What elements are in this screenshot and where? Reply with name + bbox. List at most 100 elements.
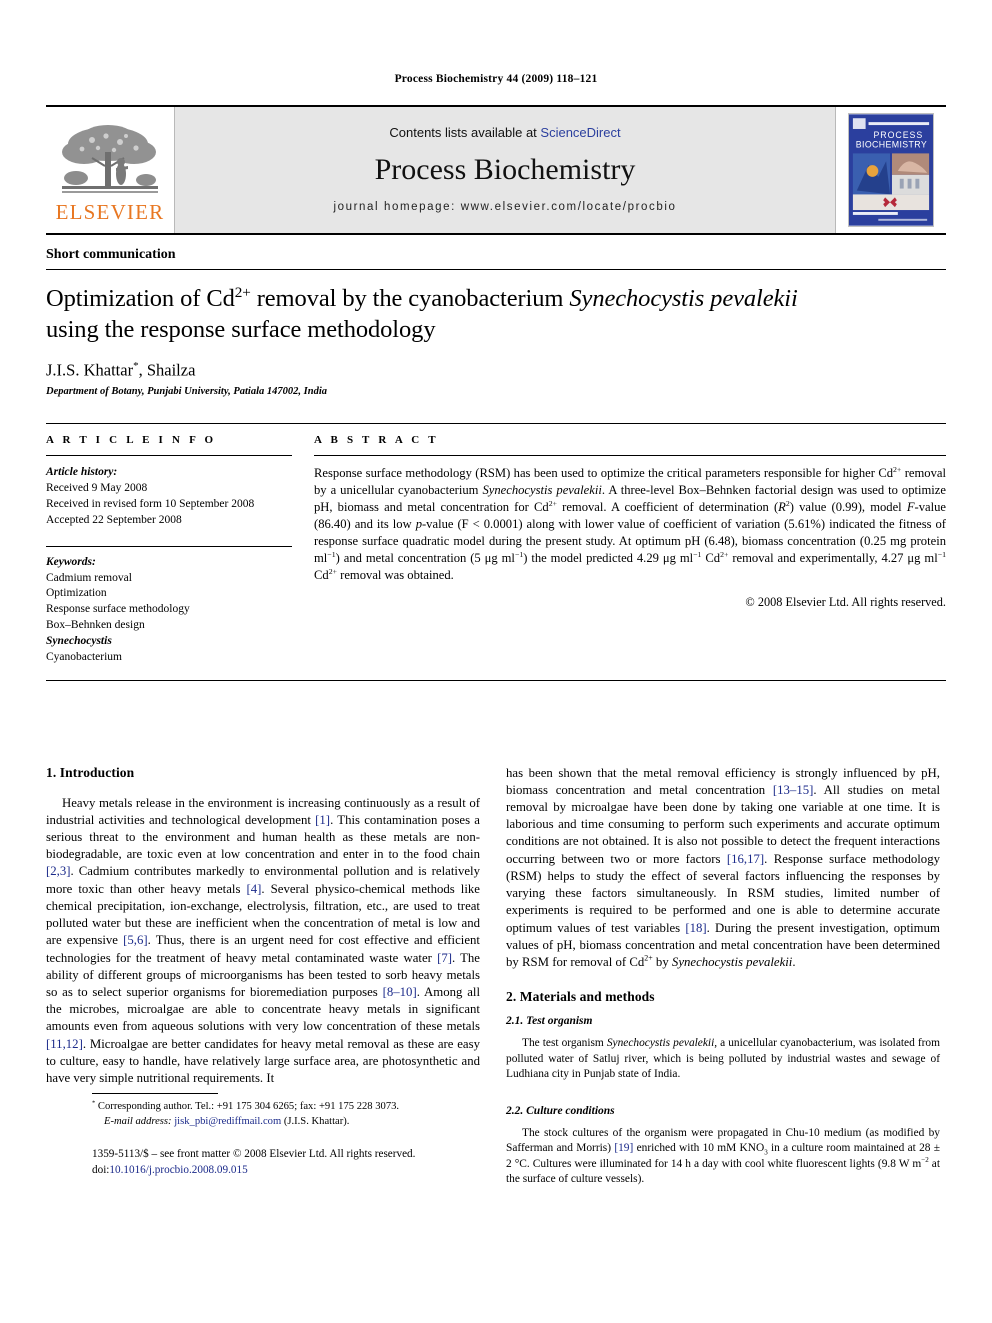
species-name: Synechocystis pevalekii <box>606 1037 715 1050</box>
elsevier-wordmark: ELSEVIER <box>55 199 165 224</box>
article-info-label: A R T I C L E I N F O <box>46 434 217 447</box>
running-head: Process Biochemistry 44 (2009) 118–121 <box>394 73 598 85</box>
keyword-item: Cadmium removal <box>46 571 132 584</box>
section-heading-materials-and-methods: 2. Materials and methods <box>506 989 655 1005</box>
band-bottom-rule <box>46 679 946 681</box>
footnote-text: Corresponding author. Tel.: +91 175 304 … <box>95 1100 400 1112</box>
cover-image: PROCESS BIOCHEMISTRY <box>848 113 934 227</box>
abstract-text: Response surface methodology (RSM) has b… <box>314 465 946 584</box>
title-part-2: removal by the cyanobacterium <box>250 285 570 312</box>
keywords-label: Keywords: <box>46 555 96 568</box>
title-species-name: Synechocystis pevalekii <box>569 285 798 312</box>
article-type: Short communication <box>46 247 946 270</box>
keyword-item: Synechocystis <box>46 634 112 647</box>
footnote-block: * Corresponding author. Tel.: +91 175 30… <box>92 1092 526 1130</box>
journal-masthead: ELSEVIER Contents lists available at Sci… <box>46 105 946 235</box>
subsection-heading-culture-conditions: 2.2. Culture conditions <box>506 1104 615 1117</box>
email-note: E-mail address: jisk_pbi@rediffmail.com … <box>92 1115 526 1130</box>
subsection-heading-test-organism: 2.1. Test organism <box>506 1015 593 1028</box>
body-columns: 1. Introduction Heavy metals release in … <box>46 765 946 1188</box>
keyword-item: Response surface methodology <box>46 603 190 616</box>
text-seg: The test organism <box>522 1037 607 1050</box>
keyword-item: Box–Behnken design <box>46 619 145 632</box>
footnote-rule <box>92 1092 218 1094</box>
journal-title: Process Biochemistry <box>374 152 636 186</box>
abs-italic: F <box>906 500 915 515</box>
citation-ref[interactable]: [1] <box>315 813 330 827</box>
article-info-rule <box>46 455 292 457</box>
abs-sup: −1 <box>937 549 946 559</box>
exponent-minus-2: −2 <box>921 1155 929 1164</box>
abs-sup: −1 <box>327 549 336 559</box>
abs-italic: R <box>778 500 786 515</box>
keyword-item: Cyanobacterium <box>46 650 123 663</box>
citation-ref[interactable]: [19] <box>614 1142 633 1154</box>
sciencedirect-link[interactable]: ScienceDirect <box>540 125 620 140</box>
citation-ref[interactable]: [8–10] <box>383 985 417 999</box>
abs-seg: removal. A coefficient of determination … <box>557 500 779 515</box>
citation-ref[interactable]: [7] <box>437 951 452 965</box>
citation-ref[interactable]: [2,3] <box>46 864 71 878</box>
email-link[interactable]: jisk_pbi@rediffmail.com <box>174 1116 281 1127</box>
history-received: Received 9 May 2008 <box>46 482 148 495</box>
affiliation: Department of Botany, Punjabi University… <box>46 386 327 398</box>
abs-seg: removal was obtained. <box>337 567 454 582</box>
abs-sup: 2+ <box>328 566 337 576</box>
abs-seg: Cd <box>701 550 721 565</box>
text-seg: . Microalgae are better candidates for h… <box>46 1036 480 1085</box>
title-part-1: Optimization of Cd <box>46 285 235 312</box>
abs-seg: Response surface methodology (RSM) has b… <box>314 466 894 481</box>
article-history: Article history: Received 9 May 2008 Rec… <box>46 465 292 528</box>
intro-paragraph-continued: has been shown that the metal removal ef… <box>506 765 940 971</box>
author-secondary: , Shailza <box>138 360 196 380</box>
abstract-copyright: © 2008 Elsevier Ltd. All rights reserved… <box>745 594 946 609</box>
citation-ref[interactable]: [18] <box>685 921 706 935</box>
abstract-label: A B S T R A C T <box>314 434 439 447</box>
elsevier-tree-icon <box>58 122 162 200</box>
title-part-3: using the response surface methodology <box>46 315 436 343</box>
issn-copyright: 1359-5113/$ – see front matter © 2008 El… <box>92 1148 416 1161</box>
history-revised: Received in revised form 10 September 20… <box>46 497 255 510</box>
email-label: E-mail address: <box>104 1115 172 1127</box>
text-seg: . <box>792 954 796 969</box>
culture-conditions-paragraph: The stock cultures of the organism were … <box>506 1126 940 1188</box>
right-column: has been shown that the metal removal ef… <box>506 765 940 1188</box>
author-list: J.I.S. Khattar*, Shailza <box>46 360 946 381</box>
keywords-rule <box>46 545 292 547</box>
front-matter-line: 1359-5113/$ – see front matter © 2008 El… <box>92 1147 552 1177</box>
journal-homepage[interactable]: journal homepage: www.elsevier.com/locat… <box>333 201 676 213</box>
citation-ref[interactable]: [11,12] <box>46 1037 83 1051</box>
section-heading-introduction: 1. Introduction <box>46 764 135 780</box>
abs-seg: removal and experimentally, 4.27 μg ml <box>728 550 938 565</box>
article-page: Process Biochemistry 44 (2009) 118–121 E… <box>0 0 992 1323</box>
page-title: Optimization of Cd2+ removal by the cyan… <box>46 284 946 346</box>
text-seg: by <box>652 954 672 969</box>
citation-ref[interactable]: [13–15] <box>773 783 814 797</box>
abs-species: Synechocystis pevalekii <box>482 483 602 498</box>
intro-paragraph: Heavy metals release in the environment … <box>46 795 480 1087</box>
article-history-label: Article history: <box>46 466 118 479</box>
contents-prefix: Contents lists available at <box>389 124 541 140</box>
title-superscript-charge: 2+ <box>234 283 251 301</box>
charge-superscript: 2+ <box>644 953 653 963</box>
svg-text:BIOCHEMISTRY: BIOCHEMISTRY <box>856 140 927 150</box>
corresponding-author-note: * Corresponding author. Tel.: +91 175 30… <box>92 1100 526 1115</box>
citation-ref[interactable]: [16,17] <box>727 852 764 866</box>
citation-ref[interactable]: [4] <box>246 882 261 896</box>
abstract-column: A B S T R A C T Response surface methodo… <box>314 434 946 665</box>
elsevier-logo: ELSEVIER <box>46 107 174 233</box>
abs-seg: Cd <box>314 567 329 582</box>
abs-sup: −1 <box>514 549 524 559</box>
info-abstract-band: A R T I C L E I N F O Article history: R… <box>46 423 946 665</box>
abs-seg: ) and metal concentration (5 μg ml <box>335 550 515 565</box>
left-column: 1. Introduction Heavy metals release in … <box>46 765 480 1188</box>
masthead-center: Contents lists available at ScienceDirec… <box>174 107 836 233</box>
keywords-block: Keywords: Cadmium removal Optimization R… <box>46 555 292 666</box>
abs-seg: ) value (0.99), model <box>789 500 907 515</box>
doi-value[interactable]: 10.1016/j.procbio.2008.09.015 <box>109 1164 247 1176</box>
email-owner: (J.I.S. Khattar). <box>281 1115 350 1127</box>
test-organism-paragraph: The test organism Synechocystis pevaleki… <box>506 1036 940 1083</box>
citation-ref[interactable]: [5,6] <box>123 933 148 947</box>
article-info-column: A R T I C L E I N F O Article history: R… <box>46 434 314 665</box>
